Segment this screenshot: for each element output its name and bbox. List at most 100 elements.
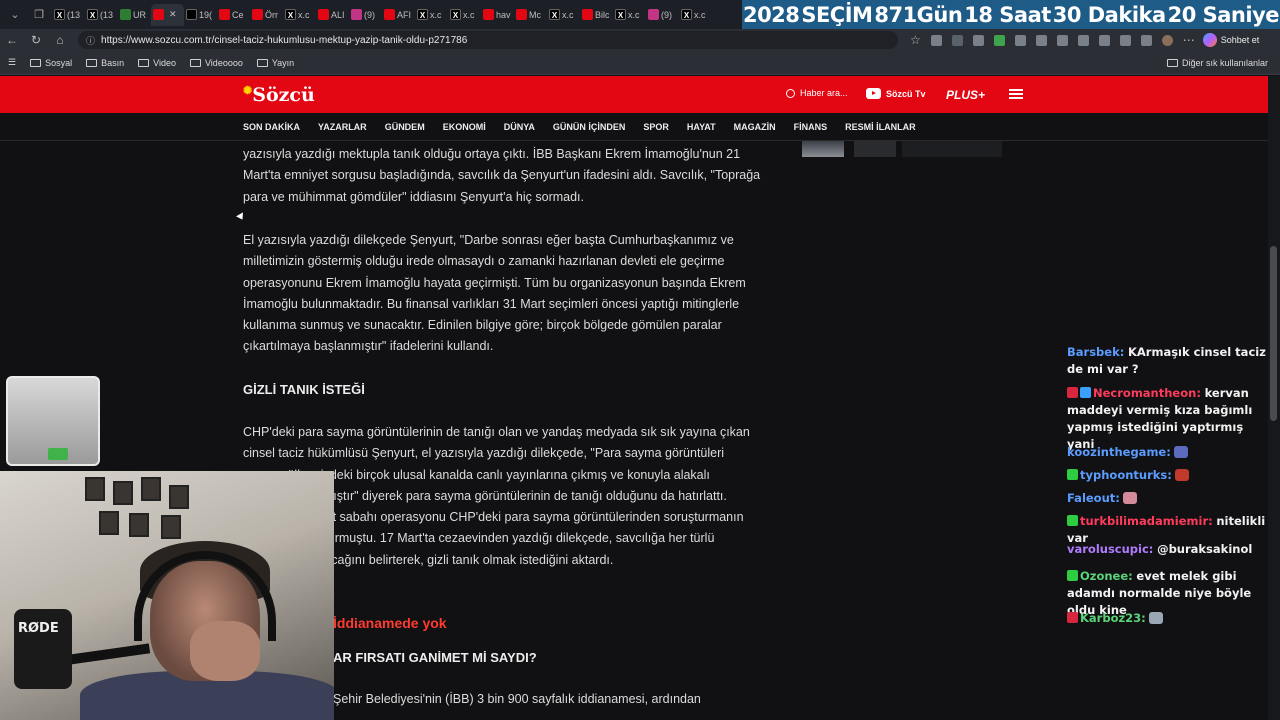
bookmark-folder-basin[interactable]: Basın	[86, 58, 124, 68]
chat-message: typhoonturks:	[1067, 467, 1272, 484]
chat-badge-icon	[1080, 387, 1091, 398]
star-icon[interactable]: ☆	[910, 33, 921, 47]
chat-username[interactable]: Faleout:	[1067, 491, 1120, 505]
browser-tab[interactable]: X (13	[52, 4, 85, 26]
more-menu-icon[interactable]: ⋯	[1183, 33, 1195, 47]
browser-tab[interactable]: Bilc	[580, 4, 613, 26]
youtube-icon	[582, 9, 593, 20]
extension-icon[interactable]	[993, 34, 1005, 46]
site-info-icon[interactable]: ⓘ	[86, 34, 95, 47]
back-icon[interactable]: ←	[0, 33, 24, 47]
other-favorites[interactable]: Diğer sık kullanılanlar	[1166, 58, 1268, 68]
browser-tab[interactable]: 19(	[184, 4, 217, 26]
browser-tab[interactable]: (9)	[349, 4, 382, 26]
browser-tab[interactable]: ✕	[151, 3, 184, 26]
extension-icon[interactable]	[1077, 34, 1089, 46]
nav-item[interactable]: EKONOMİ	[443, 122, 486, 132]
bookmark-label: Basın	[101, 57, 125, 68]
countdown-label: SEÇİM	[801, 2, 873, 27]
chat-username[interactable]: turkbilimadamiemir:	[1080, 514, 1213, 528]
extension-icon[interactable]	[1140, 34, 1152, 46]
address-bar: ← ↻ ⌂ ⓘ https://www.sozcu.com.tr/cinsel-…	[0, 29, 1280, 51]
tv-label: Sözcü Tv	[886, 88, 926, 99]
money-icon	[48, 448, 68, 460]
browser-tab[interactable]: (9)	[646, 4, 679, 26]
browser-tab[interactable]: Xx.c	[547, 4, 580, 26]
browser-tab[interactable]: ALI	[316, 4, 349, 26]
nav-item[interactable]: MAGAZİN	[734, 122, 776, 132]
bookmarks-menu-icon[interactable]: ☰	[8, 57, 16, 68]
browser-tab[interactable]: Xx.c	[448, 4, 481, 26]
thumbnail-image[interactable]	[802, 141, 844, 157]
tab-list-icon[interactable]: ⌄	[6, 6, 24, 24]
nav-item[interactable]: RESMİ İLANLAR	[845, 122, 916, 132]
nav-item[interactable]: YAZARLAR	[318, 122, 367, 132]
browser-tab[interactable]: Xx.c	[415, 4, 448, 26]
photo-frame	[99, 511, 119, 535]
nav-item[interactable]: GÜNDEM	[385, 122, 425, 132]
plus-link[interactable]: PLUS+	[946, 88, 985, 102]
header-search[interactable]: Haber ara...	[786, 88, 848, 98]
chat-message: varoluscupic: @buraksakinol	[1067, 541, 1272, 558]
workspaces-icon[interactable]: ❐	[30, 6, 48, 24]
extension-icon[interactable]	[1014, 34, 1026, 46]
sozcu-icon	[153, 9, 164, 20]
chat-username[interactable]: typhoonturks:	[1080, 468, 1172, 482]
tab-label: hav	[496, 9, 511, 20]
browser-tab[interactable]: Örr	[250, 4, 283, 26]
bookmark-folder-sosyal[interactable]: Sosyal	[30, 58, 72, 68]
chat-badge-icon	[1067, 469, 1078, 480]
bookmark-folder-video[interactable]: Video	[138, 58, 176, 68]
nav-item[interactable]: GÜNÜN İÇİNDEN	[553, 122, 626, 132]
browser-tab[interactable]: UR	[118, 4, 151, 26]
copilot-button[interactable]: Sohbet et	[1202, 33, 1260, 47]
extension-icon[interactable]	[1035, 34, 1047, 46]
url-field[interactable]: ⓘ https://www.sozcu.com.tr/cinsel-taciz-…	[78, 31, 898, 49]
browser-tab[interactable]: Xx.c	[613, 4, 646, 26]
browser-tab[interactable]: Xx.c	[283, 4, 316, 26]
hamburger-menu-icon[interactable]	[1009, 89, 1023, 99]
browser-tab[interactable]: Mc	[514, 4, 547, 26]
glass-overlay-image	[6, 376, 100, 466]
close-tab-icon[interactable]: ✕	[169, 9, 177, 20]
mouse-cursor	[236, 212, 246, 222]
browser-tab[interactable]: Xx.c	[679, 4, 712, 26]
thumbnail-image[interactable]	[902, 141, 1002, 157]
extension-icon[interactable]	[1056, 34, 1068, 46]
favorites-icon[interactable]	[1098, 34, 1110, 46]
extension-icon[interactable]	[930, 34, 942, 46]
tab-label: (9)	[661, 9, 672, 20]
nav-item[interactable]: SPOR	[643, 122, 669, 132]
chat-username[interactable]: varoluscupic:	[1067, 542, 1153, 556]
extension-icon[interactable]	[972, 34, 984, 46]
bookmark-folder-videoooo[interactable]: Videoooo	[189, 58, 243, 68]
photo-frame	[169, 485, 189, 509]
browser-tab[interactable]: Ce	[217, 4, 250, 26]
chat-username[interactable]: koozinthegame:	[1067, 445, 1171, 459]
nav-item[interactable]: SON DAKİKA	[243, 122, 300, 132]
profile-avatar[interactable]	[1161, 34, 1173, 46]
chat-message: Faleout:	[1067, 490, 1272, 507]
extension-icon[interactable]	[951, 34, 963, 46]
extension-icon[interactable]	[1119, 34, 1131, 46]
home-icon[interactable]: ⌂	[48, 33, 72, 47]
bookmark-folder-yayin[interactable]: Yayın	[256, 58, 294, 68]
chat-badge-icon	[1067, 570, 1078, 581]
browser-tab[interactable]: X (13	[85, 4, 118, 26]
thumbnail-image[interactable]	[854, 141, 896, 157]
chat-username[interactable]: Ozonee:	[1080, 569, 1133, 583]
tab-label: Örr	[265, 9, 278, 20]
sozcu-tv-link[interactable]: Sözcü Tv	[866, 88, 926, 99]
chat-username[interactable]: Karboz23:	[1080, 611, 1146, 625]
chat-username[interactable]: Necromantheon:	[1093, 386, 1201, 400]
copilot-label: Sohbet et	[1220, 35, 1260, 45]
nav-item[interactable]: DÜNYA	[504, 122, 535, 132]
nav-item[interactable]: FİNANS	[794, 122, 828, 132]
refresh-icon[interactable]: ↻	[24, 33, 48, 47]
chat-username[interactable]: Barsbek:	[1067, 345, 1124, 359]
browser-tab[interactable]: hav	[481, 4, 514, 26]
folder-icon	[86, 58, 98, 67]
browser-tab[interactable]: AFI	[382, 4, 415, 26]
site-logo[interactable]: ✺Sözcü	[243, 84, 315, 106]
nav-item[interactable]: HAYAT	[687, 122, 716, 132]
